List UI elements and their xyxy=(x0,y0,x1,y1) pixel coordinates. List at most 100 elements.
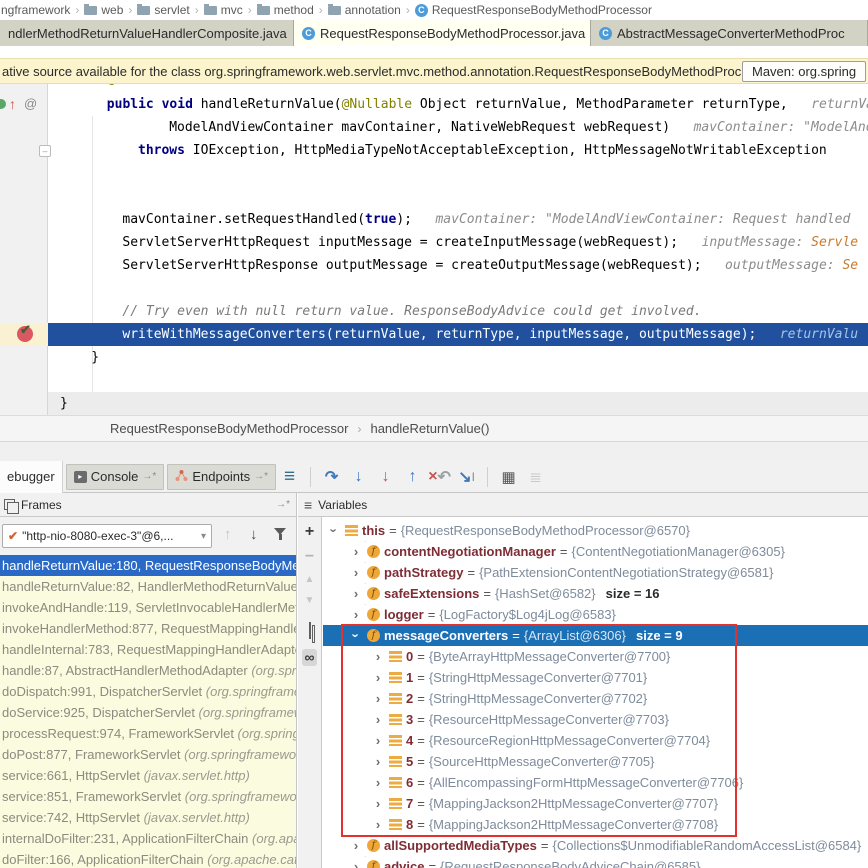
layout-icon[interactable]: ≣ xyxy=(522,464,549,490)
variable-row[interactable]: ›2={StringHttpMessageConverter@7702} xyxy=(323,688,868,709)
stack-frame-row[interactable]: handle:87, AbstractHandlerMethodAdapter … xyxy=(0,660,297,681)
library-source-button[interactable]: Maven: org.spring xyxy=(742,61,866,82)
code-line[interactable]: throws IOException, HttpMediaTypeNotAcce… xyxy=(48,139,868,162)
variable-row[interactable]: ›5={SourceHttpMessageConverter@7705} xyxy=(323,751,868,772)
editor-tab[interactable]: CRequestResponseBodyMethodProcessor.java… xyxy=(294,20,591,46)
breadcrumb-item[interactable]: mvc xyxy=(204,3,243,17)
menu-icon[interactable]: ≡ xyxy=(276,464,303,490)
breadcrumb-item[interactable]: ngframework xyxy=(1,3,70,17)
variable-row[interactable]: ›fadvice={RequestResponseBodyAdviceChain… xyxy=(323,856,868,868)
variable-row[interactable]: ›fcontentNegotiationManager={ContentNego… xyxy=(323,541,868,562)
show-watches-icon[interactable]: ∞ xyxy=(302,649,318,666)
stack-frame-row[interactable]: internalDoFilter:231, ApplicationFilterC… xyxy=(0,828,297,849)
variable-row[interactable]: ›flogger={LogFactory$Log4jLog@6583} xyxy=(323,604,868,625)
variable-row[interactable]: ›6={AllEncompassingFormHttpMessageConver… xyxy=(323,772,868,793)
breadcrumb-item[interactable]: web xyxy=(84,3,123,17)
chevron-right-icon[interactable]: › xyxy=(371,793,385,814)
variable-row[interactable]: ›fmessageConverters={ArrayList@6306}size… xyxy=(323,625,868,646)
breadcrumb-item[interactable]: servlet xyxy=(137,3,189,17)
step-out-icon[interactable]: ↑ xyxy=(399,464,426,490)
code-line[interactable]: ServletServerHttpRequest inputMessage = … xyxy=(48,231,868,254)
stack-frame-row[interactable]: handleReturnValue:82, HandlerMethodRetur… xyxy=(0,576,297,597)
code-line[interactable]: } xyxy=(48,346,868,369)
chevron-right-icon[interactable]: › xyxy=(371,730,385,751)
override-marker-icon[interactable]: ↑ xyxy=(9,97,16,111)
move-down-icon[interactable]: ▼ xyxy=(305,596,315,606)
step-into-icon[interactable]: ↓ xyxy=(345,464,372,490)
code-line[interactable]: public void handleReturnValue(@Nullable … xyxy=(48,93,868,116)
hide-frames-filter-icon[interactable] xyxy=(274,528,288,542)
code-line[interactable]: // Try even with null return value. Resp… xyxy=(48,300,868,323)
variable-row[interactable]: ›7={MappingJackson2HttpMessageConverter@… xyxy=(323,793,868,814)
chevron-right-icon[interactable]: › xyxy=(371,814,385,835)
chevron-right-icon[interactable]: › xyxy=(371,646,385,667)
stack-frame-row[interactable]: doDispatch:991, DispatcherServlet (org.s… xyxy=(0,681,297,702)
thread-dropdown[interactable]: ✔ "http-nio-8080-exec-3"@6,... ▾ xyxy=(2,524,212,548)
stack-frame-row[interactable]: processRequest:974, FrameworkServlet (or… xyxy=(0,723,297,744)
stack-frame-row[interactable]: doPost:877, FrameworkServlet (org.spring… xyxy=(0,744,297,765)
breakpoint-icon[interactable]: ✔ xyxy=(17,326,33,342)
editor-tab[interactable]: ndlerMethodReturnValueHandlerComposite.j… xyxy=(0,20,294,46)
add-watch-icon[interactable]: + xyxy=(305,525,314,539)
code-line[interactable]: mavContainer.setRequestHandled(true); ma… xyxy=(48,208,868,231)
chevron-right-icon[interactable]: › xyxy=(371,772,385,793)
force-step-into-icon[interactable]: ↓ xyxy=(372,464,399,490)
step-over-icon[interactable]: ↷ xyxy=(318,464,345,490)
popup-arrow-icon[interactable]: →* xyxy=(276,499,290,510)
chevron-right-icon[interactable]: › xyxy=(371,709,385,730)
chevron-right-icon[interactable]: › xyxy=(349,604,363,625)
code-line[interactable]: ModelAndViewContainer mavContainer, Nati… xyxy=(48,116,868,139)
stack-frame-row[interactable]: service:742, HttpServlet (javax.servlet.… xyxy=(0,807,297,828)
run-marker-icon[interactable] xyxy=(0,99,6,109)
run-to-cursor-icon[interactable]: ↘I xyxy=(453,464,480,490)
chevron-right-icon[interactable]: › xyxy=(349,856,363,868)
code-line[interactable] xyxy=(48,162,868,185)
code-line[interactable] xyxy=(48,277,868,300)
breadcrumb-method[interactable]: handleReturnValue() xyxy=(370,421,489,436)
evaluate-icon[interactable]: ▦ xyxy=(495,464,522,490)
breadcrumb-item[interactable]: CRequestResponseBodyMethodProcessor xyxy=(415,3,652,17)
drop-frame-icon[interactable]: ×↶ xyxy=(426,464,453,490)
chevron-right-icon[interactable]: › xyxy=(371,667,385,688)
variable-row[interactable]: ›3={ResourceHttpMessageConverter@7703} xyxy=(323,709,868,730)
stack-frame-row[interactable]: service:661, HttpServlet (javax.servlet.… xyxy=(0,765,297,786)
duplicate-watch-icon[interactable] xyxy=(309,623,311,638)
chevron-down-icon[interactable]: › xyxy=(324,524,345,538)
variable-row[interactable]: ›0={ByteArrayHttpMessageConverter@7700} xyxy=(323,646,868,667)
code-line[interactable]: } xyxy=(48,392,868,415)
chevron-right-icon[interactable]: › xyxy=(349,541,363,562)
stack-frame-row[interactable]: doService:925, DispatcherServlet (org.sp… xyxy=(0,702,297,723)
debug-tab-ebugger[interactable]: ebugger xyxy=(0,461,63,493)
code-editor[interactable]: ↑ @ – ✔ @Override public void handleRetu… xyxy=(0,84,868,415)
variable-row[interactable]: ›1={StringHttpMessageConverter@7701} xyxy=(323,667,868,688)
code-area[interactable]: @Override public void handleReturnValue(… xyxy=(48,84,868,415)
variable-row[interactable]: ›4={ResourceRegionHttpMessageConverter@7… xyxy=(323,730,868,751)
variable-row[interactable]: ›fsafeExtensions={HashSet@6582}size = 16 xyxy=(323,583,868,604)
code-line[interactable] xyxy=(48,369,868,392)
variable-row[interactable]: ›fallSupportedMediaTypes={Collections$Un… xyxy=(323,835,868,856)
variable-row[interactable]: ›fpathStrategy={PathExtensionContentNego… xyxy=(323,562,868,583)
variable-row[interactable]: ›8={MappingJackson2HttpMessageConverter@… xyxy=(323,814,868,835)
stack-frame-row[interactable]: handleInternal:783, RequestMappingHandle… xyxy=(0,639,297,660)
stack-frame-row[interactable]: doFilter:166, ApplicationFilterChain (or… xyxy=(0,849,297,868)
code-line[interactable] xyxy=(48,185,868,208)
breadcrumb-item[interactable]: annotation xyxy=(328,3,401,17)
editor-tab[interactable]: CAbstractMessageConverterMethodProc xyxy=(591,20,868,46)
debug-tab-console[interactable]: ▸Console→* xyxy=(66,464,165,490)
next-frame-button[interactable]: ↓ xyxy=(250,526,258,543)
move-up-icon[interactable]: ▲ xyxy=(305,575,315,585)
chevron-right-icon[interactable]: › xyxy=(349,835,363,856)
variable-row[interactable]: ›this={RequestResponseBodyMethodProcesso… xyxy=(323,520,868,541)
stack-frame-row[interactable]: invokeAndHandle:119, ServletInvocableHan… xyxy=(0,597,297,618)
stack-frame-row[interactable]: invokeHandlerMethod:877, RequestMappingH… xyxy=(0,618,297,639)
code-line[interactable]: ServletServerHttpResponse outputMessage … xyxy=(48,254,868,277)
prev-frame-button[interactable]: ↑ xyxy=(224,526,232,543)
breadcrumb-class[interactable]: RequestResponseBodyMethodProcessor xyxy=(110,421,348,436)
remove-watch-icon[interactable]: − xyxy=(305,550,314,564)
chevron-right-icon[interactable]: › xyxy=(371,688,385,709)
stack-frame-row[interactable]: service:851, FrameworkServlet (org.sprin… xyxy=(0,786,297,807)
debug-tab-endpoints[interactable]: Endpoints→* xyxy=(167,464,276,490)
code-line[interactable]: writeWithMessageConverters(returnValue, … xyxy=(48,323,868,346)
chevron-right-icon[interactable]: › xyxy=(349,562,363,583)
chevron-right-icon[interactable]: › xyxy=(371,751,385,772)
